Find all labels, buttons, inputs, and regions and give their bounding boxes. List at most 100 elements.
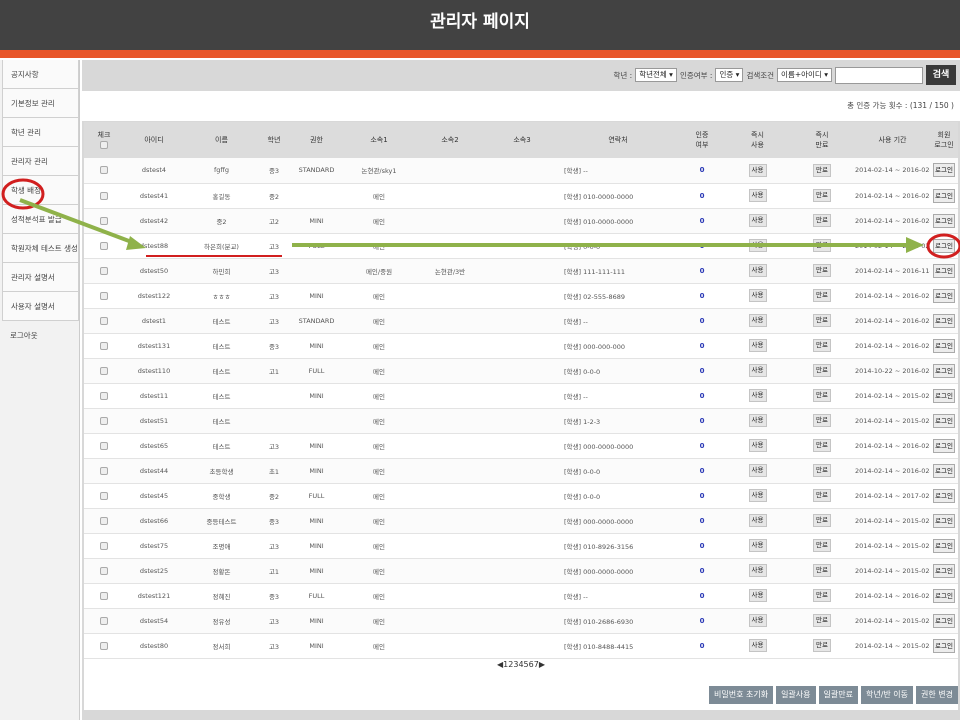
instant-use-button[interactable]: 사용: [748, 439, 767, 452]
instant-use-button[interactable]: 사용: [748, 214, 767, 227]
member-login-button[interactable]: 로그인: [933, 313, 955, 328]
instant-use-button[interactable]: 사용: [748, 189, 767, 202]
instant-use-button[interactable]: 사용: [748, 364, 767, 377]
instant-expire-button[interactable]: 만료: [813, 489, 831, 502]
search-condition-select[interactable]: 이름+아이디 ▾: [777, 68, 832, 82]
row-checkbox[interactable]: [100, 391, 108, 400]
sidebar-item-grade-manage[interactable]: 학년 관리: [2, 118, 79, 147]
instant-use-button[interactable]: 사용: [748, 539, 767, 552]
row-checkbox[interactable]: [100, 291, 108, 300]
move-class-button[interactable]: 학년/반 이동: [860, 686, 914, 704]
row-checkbox[interactable]: [100, 191, 108, 200]
select-all-checkbox[interactable]: [100, 141, 108, 149]
instant-use-button[interactable]: 사용: [748, 639, 767, 652]
search-button[interactable]: 검색: [926, 65, 956, 85]
row-checkbox[interactable]: [100, 641, 108, 650]
member-login-button[interactable]: 로그인: [933, 213, 955, 228]
instant-use-button[interactable]: 사용: [748, 389, 767, 402]
member-login-button[interactable]: 로그인: [933, 388, 955, 403]
member-login-button[interactable]: 로그인: [933, 288, 955, 303]
sidebar-item-test-create[interactable]: 학원자체 테스트 생성: [2, 234, 79, 263]
row-checkbox[interactable]: [100, 316, 108, 325]
instant-expire-button[interactable]: 만료: [813, 364, 831, 377]
instant-expire-button[interactable]: 만료: [813, 414, 831, 427]
instant-use-button[interactable]: 사용: [748, 414, 767, 427]
member-login-button[interactable]: 로그인: [933, 588, 955, 603]
search-input[interactable]: [835, 66, 923, 84]
row-checkbox[interactable]: [100, 341, 108, 350]
sidebar-item-student-assign[interactable]: 학생 배정: [2, 176, 79, 205]
instant-expire-button[interactable]: 만료: [813, 189, 831, 202]
member-login-button[interactable]: 로그인: [933, 463, 955, 478]
row-checkbox[interactable]: [100, 241, 108, 250]
sidebar-item-user-manual[interactable]: 사용자 설명서: [2, 292, 79, 321]
bulk-expire-button[interactable]: 일괄만료: [818, 686, 858, 704]
instant-use-button[interactable]: 사용: [748, 289, 767, 302]
instant-expire-button[interactable]: 만료: [813, 639, 831, 652]
row-checkbox[interactable]: [100, 516, 108, 525]
row-checkbox[interactable]: [100, 566, 108, 575]
member-login-button[interactable]: 로그인: [933, 363, 955, 378]
instant-expire-button[interactable]: 만료: [813, 389, 831, 402]
instant-expire-button[interactable]: 만료: [813, 163, 831, 177]
instant-expire-button[interactable]: 만료: [813, 314, 831, 327]
instant-use-button[interactable]: 사용: [748, 589, 767, 602]
member-login-button[interactable]: 로그인: [933, 488, 955, 503]
instant-use-button[interactable]: 사용: [748, 489, 767, 502]
instant-expire-button[interactable]: 만료: [813, 264, 831, 277]
instant-expire-button[interactable]: 만료: [813, 239, 831, 252]
pager-next-icon[interactable]: ▶: [539, 660, 545, 669]
row-checkbox[interactable]: [100, 616, 108, 625]
row-checkbox[interactable]: [100, 166, 108, 175]
instant-expire-button[interactable]: 만료: [813, 439, 831, 452]
instant-expire-button[interactable]: 만료: [813, 464, 831, 477]
member-login-button[interactable]: 로그인: [933, 338, 955, 353]
member-login-button[interactable]: 로그인: [933, 413, 955, 428]
member-login-button[interactable]: 로그인: [933, 563, 955, 578]
instant-expire-button[interactable]: 만료: [813, 614, 831, 627]
reset-password-button[interactable]: 비밀번호 초기화: [709, 686, 774, 704]
sidebar-item-basic-info[interactable]: 기본정보 관리: [2, 89, 79, 118]
instant-use-button[interactable]: 사용: [748, 614, 767, 627]
member-login-button[interactable]: 로그인: [933, 188, 955, 203]
instant-expire-button[interactable]: 만료: [813, 539, 831, 552]
sidebar-item-logout[interactable]: 로그아웃: [2, 321, 79, 350]
member-login-button[interactable]: 로그인: [933, 638, 955, 653]
member-login-button[interactable]: 로그인: [933, 238, 955, 253]
member-login-button[interactable]: 로그인: [933, 163, 955, 178]
member-login-button[interactable]: 로그인: [933, 263, 955, 278]
bulk-use-button[interactable]: 일괄사용: [776, 686, 816, 704]
instant-use-button[interactable]: 사용: [748, 464, 767, 477]
auth-filter-select[interactable]: 인증 ▾: [715, 68, 744, 82]
member-login-button[interactable]: 로그인: [933, 538, 955, 553]
sidebar-item-admin-manual[interactable]: 관리자 설명서: [2, 263, 79, 292]
row-checkbox[interactable]: [100, 216, 108, 225]
instant-expire-button[interactable]: 만료: [813, 514, 831, 527]
row-checkbox[interactable]: [100, 266, 108, 275]
member-login-button[interactable]: 로그인: [933, 513, 955, 528]
instant-expire-button[interactable]: 만료: [813, 339, 831, 352]
row-checkbox[interactable]: [100, 541, 108, 550]
sidebar-item-admin-manage[interactable]: 관리자 관리: [2, 147, 79, 176]
instant-use-button[interactable]: 사용: [748, 339, 767, 352]
instant-use-button[interactable]: 사용: [748, 564, 767, 577]
member-login-button[interactable]: 로그인: [933, 438, 955, 453]
grade-filter-select[interactable]: 학년전체 ▾: [635, 68, 677, 82]
instant-expire-button[interactable]: 만료: [813, 289, 831, 302]
instant-expire-button[interactable]: 만료: [813, 589, 831, 602]
row-checkbox[interactable]: [100, 366, 108, 375]
instant-use-button[interactable]: 사용: [748, 239, 767, 252]
member-login-button[interactable]: 로그인: [933, 613, 955, 628]
row-checkbox[interactable]: [100, 491, 108, 500]
sidebar-item-report-issue[interactable]: 성적분석표 발급: [2, 205, 79, 234]
row-checkbox[interactable]: [100, 466, 108, 475]
instant-use-button[interactable]: 사용: [748, 314, 767, 327]
row-checkbox[interactable]: [100, 441, 108, 450]
row-checkbox[interactable]: [100, 591, 108, 600]
instant-use-button[interactable]: 사용: [748, 264, 767, 277]
instant-use-button[interactable]: 사용: [748, 514, 767, 527]
instant-expire-button[interactable]: 만료: [813, 564, 831, 577]
row-checkbox[interactable]: [100, 416, 108, 425]
instant-use-button[interactable]: 사용: [748, 163, 767, 177]
change-auth-button[interactable]: 권한 변경: [916, 686, 958, 704]
